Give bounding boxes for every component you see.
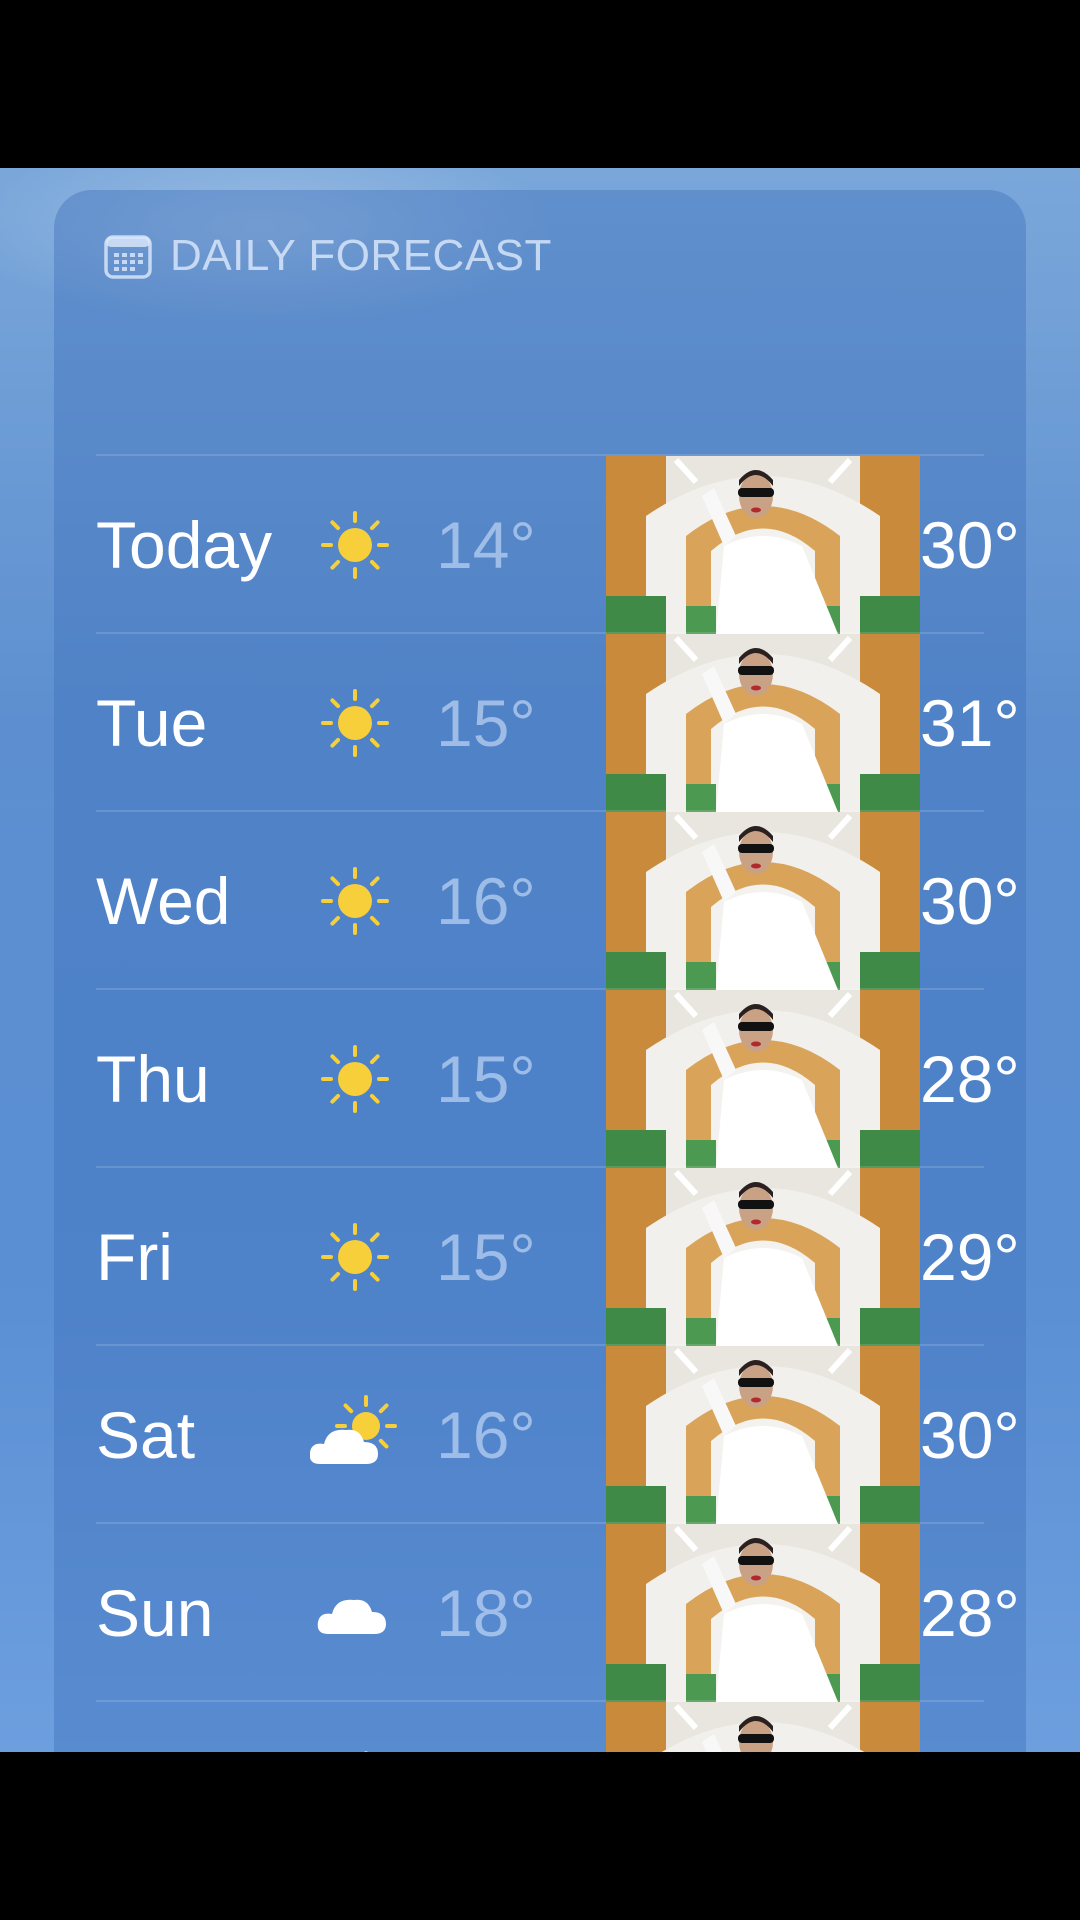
partly-cloudy-icon <box>310 1395 397 1464</box>
card-header: DAILY FORECAST <box>104 226 552 286</box>
low-temp: 15° <box>436 1220 536 1294</box>
low-temp: 15° <box>436 1042 536 1116</box>
photo-thumbnail <box>606 812 920 990</box>
sun-icon <box>321 1223 389 1291</box>
low-temp: 14° <box>436 508 536 582</box>
low-temp: 16° <box>436 864 536 938</box>
weather-screen: DAILY FORECAST Today 14° 30° Tue 15° 31°… <box>0 168 1080 1752</box>
low-temp: 18° <box>436 1576 536 1650</box>
forecast-row-thu[interactable]: Thu 15° 28° <box>96 988 1020 1168</box>
photo-thumbnail <box>606 990 920 1168</box>
calendar-icon <box>104 235 152 279</box>
partly-cloudy-icon <box>364 1751 368 1752</box>
high-temp: 30° <box>920 1398 1020 1472</box>
day-label: Tue <box>96 686 208 760</box>
high-temp: 31° <box>920 686 1020 760</box>
low-temp: 15° <box>436 686 536 760</box>
sun-icon <box>321 867 389 935</box>
high-temp: 30° <box>920 508 1020 582</box>
day-label: Thu <box>96 1042 210 1116</box>
day-label: Fri <box>96 1220 173 1294</box>
low-temp: 16° <box>436 1702 536 1752</box>
forecast-row-sun[interactable]: Sun 18° 28° <box>96 1522 1020 1702</box>
high-temp: 29° <box>920 1220 1020 1294</box>
photo-thumbnail <box>606 1524 920 1702</box>
forecast-row-fri[interactable]: Fri 15° 29° <box>96 1166 1020 1346</box>
day-label: Sat <box>96 1398 196 1472</box>
photo-thumbnail <box>606 1346 920 1524</box>
day-label: Sun <box>96 1576 214 1650</box>
forecast-row-mon[interactable]: Mon 16° <box>96 1700 984 1752</box>
forecast-row-tue[interactable]: Tue 15° 31° <box>96 632 1020 812</box>
forecast-row-today[interactable]: Today 14° 30° <box>96 454 1020 634</box>
high-temp: 28° <box>920 1042 1020 1116</box>
sun-icon <box>321 1045 389 1113</box>
day-label: Wed <box>96 864 231 938</box>
photo-thumbnail <box>606 1702 920 1752</box>
low-temp: 16° <box>436 1398 536 1472</box>
sun-icon <box>321 511 389 579</box>
high-temp: 28° <box>920 1576 1020 1650</box>
forecast-row-sat[interactable]: Sat 16° 30° <box>96 1344 1020 1524</box>
photo-thumbnail <box>606 456 920 634</box>
card-title: DAILY FORECAST <box>170 231 552 280</box>
photo-thumbnail <box>606 1168 920 1346</box>
cloud-icon <box>317 1599 386 1634</box>
day-label: Mon <box>96 1702 224 1752</box>
photo-thumbnail <box>606 634 920 812</box>
sun-icon <box>321 689 389 757</box>
high-temp: 30° <box>920 864 1020 938</box>
high-temp: 26° <box>920 1702 1020 1752</box>
day-label: Today <box>96 508 273 582</box>
forecast-row-wed[interactable]: Wed 16° 30° <box>96 810 1020 990</box>
